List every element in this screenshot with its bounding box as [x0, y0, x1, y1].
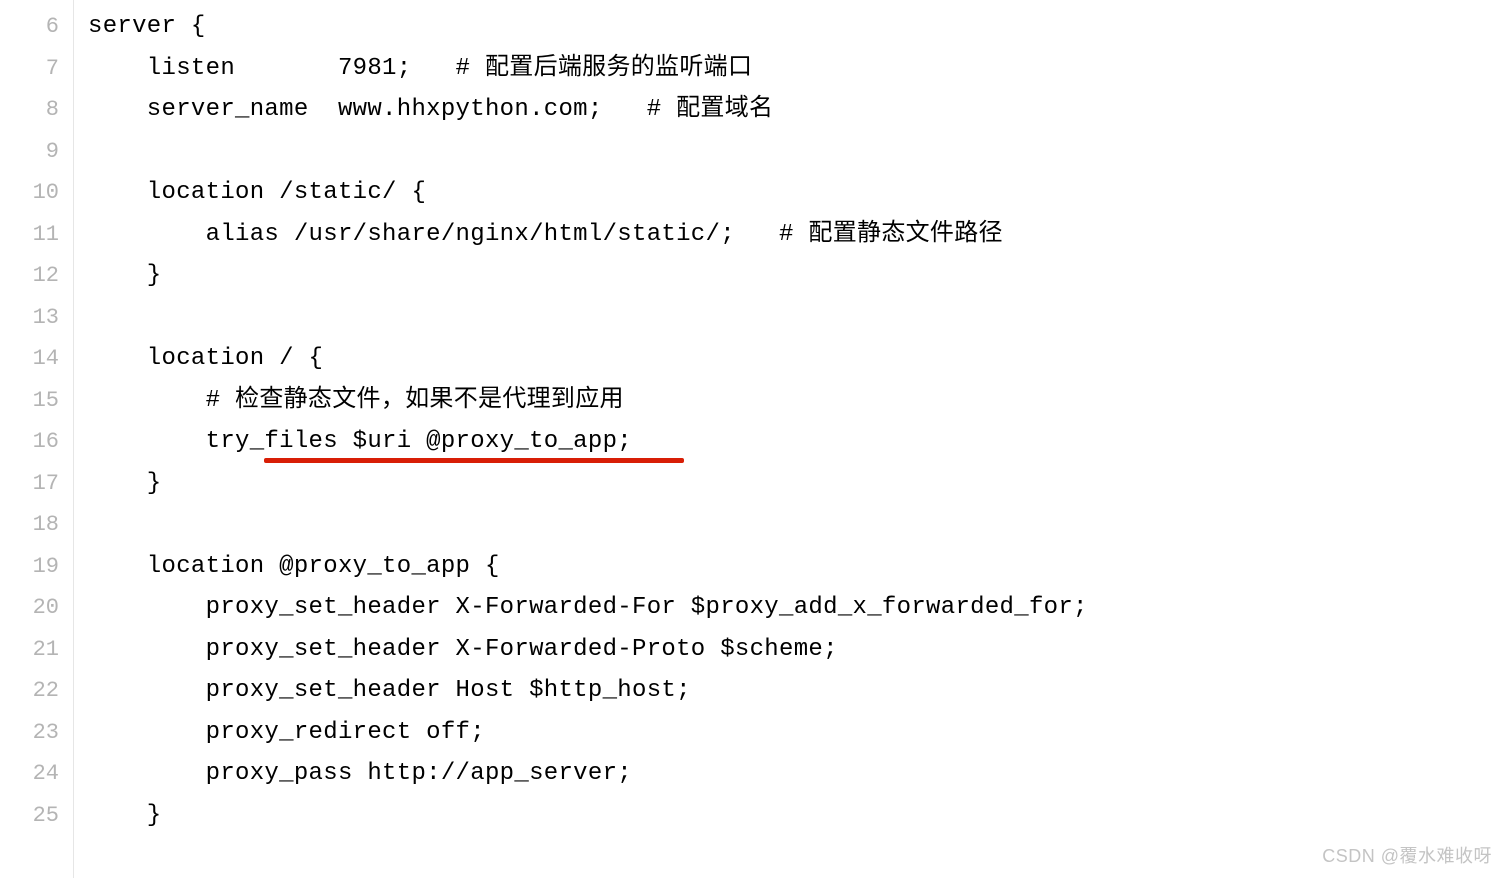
line-number: 18	[0, 504, 73, 546]
code-line: proxy_redirect off;	[88, 712, 1506, 754]
line-number: 6	[0, 6, 73, 48]
code-line: listen 7981; # 配置后端服务的监听端口	[88, 48, 1506, 90]
line-number: 21	[0, 629, 73, 671]
line-number: 15	[0, 380, 73, 422]
highlight-underline	[264, 458, 684, 463]
code-line: alias /usr/share/nginx/html/static/; # 配…	[88, 214, 1506, 256]
code-line: location /static/ {	[88, 172, 1506, 214]
line-number: 22	[0, 670, 73, 712]
code-line: location / {	[88, 338, 1506, 380]
line-number: 23	[0, 712, 73, 754]
code-line: }	[88, 463, 1506, 505]
line-number: 10	[0, 172, 73, 214]
code-editor: 6 7 8 9 10 11 12 13 14 15 16 17 18 19 20…	[0, 0, 1506, 878]
code-line	[88, 297, 1506, 339]
code-line	[88, 131, 1506, 173]
line-number: 24	[0, 753, 73, 795]
line-number: 25	[0, 795, 73, 837]
line-number-gutter: 6 7 8 9 10 11 12 13 14 15 16 17 18 19 20…	[0, 0, 74, 878]
line-number: 16	[0, 421, 73, 463]
code-line: }	[88, 255, 1506, 297]
line-number: 19	[0, 546, 73, 588]
code-line	[88, 504, 1506, 546]
line-number: 8	[0, 89, 73, 131]
code-line: proxy_set_header X-Forwarded-Proto $sche…	[88, 629, 1506, 671]
code-line: location @proxy_to_app {	[88, 546, 1506, 588]
line-number: 12	[0, 255, 73, 297]
code-line: server_name www.hhxpython.com; # 配置域名	[88, 89, 1506, 131]
watermark-text: CSDN @覆水难收呀	[1322, 842, 1492, 868]
line-number: 7	[0, 48, 73, 90]
code-line: }	[88, 795, 1506, 837]
code-line: proxy_set_header X-Forwarded-For $proxy_…	[88, 587, 1506, 629]
code-line: # 检查静态文件，如果不是代理到应用	[88, 380, 1506, 422]
line-number: 20	[0, 587, 73, 629]
line-number: 14	[0, 338, 73, 380]
line-number: 11	[0, 214, 73, 256]
code-line: proxy_pass http://app_server;	[88, 753, 1506, 795]
code-line: try_files $uri @proxy_to_app;	[88, 421, 1506, 463]
code-area: server { listen 7981; # 配置后端服务的监听端口 serv…	[74, 0, 1506, 878]
line-number: 17	[0, 463, 73, 505]
code-line: server {	[88, 6, 1506, 48]
line-number: 13	[0, 297, 73, 339]
line-number: 9	[0, 131, 73, 173]
code-line: proxy_set_header Host $http_host;	[88, 670, 1506, 712]
